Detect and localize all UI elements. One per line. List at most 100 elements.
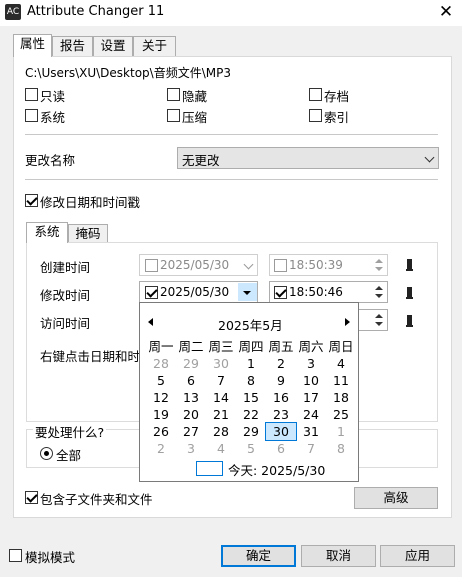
spin-up-icon[interactable] xyxy=(375,286,383,290)
spin-down-icon[interactable] xyxy=(375,267,383,271)
copy-time-icon[interactable] xyxy=(406,259,413,271)
today-marker[interactable] xyxy=(196,461,223,476)
calendar-day[interactable]: 28 xyxy=(206,423,236,440)
app-icon: AC xyxy=(5,4,21,20)
weekday-label: 周二 xyxy=(178,339,204,354)
all-radio[interactable] xyxy=(40,447,53,460)
chevron-down-icon xyxy=(243,259,254,270)
created-date-checkbox[interactable] xyxy=(145,259,158,272)
readonly-label: 只读 xyxy=(40,89,66,104)
calendar-day[interactable]: 3 xyxy=(296,355,326,372)
calendar-day[interactable]: 23 xyxy=(266,406,296,423)
calendar-week-row: 5 6 7 8 9 10 11 xyxy=(146,372,356,389)
calendar-day[interactable]: 24 xyxy=(296,406,326,423)
spin-up-icon[interactable] xyxy=(375,314,383,318)
calendar-day[interactable]: 8 xyxy=(236,372,266,389)
calendar-day[interactable]: 4 xyxy=(206,440,236,457)
calendar-week-row: 26 27 28 29 30 31 1 xyxy=(146,422,356,441)
weekday-label: 周一 xyxy=(148,339,174,354)
calendar-day[interactable]: 14 xyxy=(206,389,236,406)
calendar-day[interactable]: 6 xyxy=(266,440,296,457)
calendar-week-row: 28 29 30 1 2 3 4 xyxy=(146,355,356,372)
prev-month-icon[interactable] xyxy=(148,318,153,326)
created-time-checkbox[interactable] xyxy=(274,259,287,272)
calendar-day[interactable]: 4 xyxy=(326,355,356,372)
calendar-day[interactable]: 16 xyxy=(266,389,296,406)
calendar-day[interactable]: 13 xyxy=(176,389,206,406)
calendar-day[interactable]: 5 xyxy=(146,372,176,389)
calendar-day[interactable]: 22 xyxy=(236,406,266,423)
modified-time-value: 18:50:46 xyxy=(289,285,343,299)
calendar-day[interactable]: 1 xyxy=(326,423,356,440)
calendar-day[interactable]: 15 xyxy=(236,389,266,406)
tab-about[interactable]: 关于 xyxy=(133,36,176,56)
calendar-day[interactable]: 30 xyxy=(265,422,297,441)
modified-date-checkbox[interactable] xyxy=(145,286,158,299)
calendar-day[interactable]: 26 xyxy=(146,423,176,440)
modified-time-checkbox[interactable] xyxy=(274,286,287,299)
calendar-day[interactable]: 2 xyxy=(266,355,296,372)
divider xyxy=(25,134,438,135)
created-time-picker[interactable]: 18:50:39 xyxy=(269,254,388,276)
calendar-day[interactable]: 11 xyxy=(326,372,356,389)
spin-down-icon[interactable] xyxy=(375,322,383,326)
calendar-day[interactable]: 9 xyxy=(266,372,296,389)
calendar-day[interactable]: 30 xyxy=(206,355,236,372)
calendar-day[interactable]: 2 xyxy=(146,440,176,457)
calendar-day[interactable]: 20 xyxy=(176,406,206,423)
spin-up-icon[interactable] xyxy=(375,259,383,263)
advanced-button[interactable]: 高级 xyxy=(354,487,438,509)
cancel-button[interactable]: 取消 xyxy=(301,545,376,567)
modified-date-value: 2025/05/30 xyxy=(160,285,230,299)
rename-select-value: 无更改 xyxy=(182,153,220,168)
tab-report[interactable]: 报告 xyxy=(52,36,93,56)
created-date-value: 2025/05/30 xyxy=(160,258,230,272)
subtab-system[interactable]: 系统 xyxy=(26,222,68,243)
window-title: Attribute Changer 11 xyxy=(27,4,165,19)
ok-button[interactable]: 确定 xyxy=(221,545,296,567)
calendar-day[interactable]: 3 xyxy=(176,440,206,457)
tab-properties[interactable]: 属性 xyxy=(13,34,52,57)
calendar-day[interactable]: 29 xyxy=(236,423,266,440)
calendar-day[interactable]: 27 xyxy=(176,423,206,440)
today-label[interactable]: 今天: 2025/5/30 xyxy=(228,460,325,479)
calendar-day[interactable]: 21 xyxy=(206,406,236,423)
close-icon[interactable]: ✕ xyxy=(431,0,461,25)
indexed-label: 索引 xyxy=(324,110,350,125)
calendar-month-title[interactable]: 2025年5月 xyxy=(218,315,283,334)
apply-button[interactable]: 应用 xyxy=(380,545,455,567)
chevron-down-icon xyxy=(424,152,435,163)
tab-settings[interactable]: 设置 xyxy=(93,36,133,56)
created-date-picker[interactable]: 2025/05/30 xyxy=(139,254,258,276)
weekday-label: 周六 xyxy=(298,339,324,354)
calendar-week-row: 19 20 21 22 23 24 25 xyxy=(146,406,356,423)
calendar-day[interactable]: 17 xyxy=(296,389,326,406)
calendar-day[interactable]: 7 xyxy=(296,440,326,457)
copy-time-icon[interactable] xyxy=(406,287,413,299)
calendar-day[interactable]: 29 xyxy=(176,355,206,372)
calendar-day[interactable]: 5 xyxy=(236,440,266,457)
calendar-day[interactable]: 19 xyxy=(146,406,176,423)
calendar-day[interactable]: 28 xyxy=(146,355,176,372)
calendar-day[interactable]: 6 xyxy=(176,372,206,389)
calendar-day[interactable]: 25 xyxy=(326,406,356,423)
modified-date-picker[interactable]: 2025/05/30 xyxy=(139,281,258,303)
weekday-header: 周一 周二 周三 周四 周五 周六 周日 xyxy=(146,338,356,355)
modified-time-picker[interactable]: 18:50:46 xyxy=(269,281,388,303)
calendar-day[interactable]: 31 xyxy=(296,423,326,440)
calendar-day[interactable]: 18 xyxy=(326,389,356,406)
modified-label: 修改时间 xyxy=(40,288,91,303)
calendar-popup: 2025年5月 周一 周二 周三 周四 周五 周六 周日 28 29 30 1 2 3 4 5 6 7 8 9 10… xyxy=(139,302,359,482)
copy-time-icon[interactable] xyxy=(406,315,413,327)
calendar-day[interactable]: 7 xyxy=(206,372,236,389)
rename-label: 更改名称 xyxy=(25,153,76,168)
next-month-icon[interactable] xyxy=(345,318,350,326)
divider xyxy=(25,179,438,180)
spin-down-icon[interactable] xyxy=(375,294,383,298)
rename-select[interactable]: 无更改 xyxy=(177,147,439,169)
calendar-day[interactable]: 8 xyxy=(326,440,356,457)
subtab-mask[interactable]: 掩码 xyxy=(68,224,108,243)
calendar-day[interactable]: 1 xyxy=(236,355,266,372)
calendar-day[interactable]: 10 xyxy=(296,372,326,389)
calendar-day[interactable]: 12 xyxy=(146,389,176,406)
